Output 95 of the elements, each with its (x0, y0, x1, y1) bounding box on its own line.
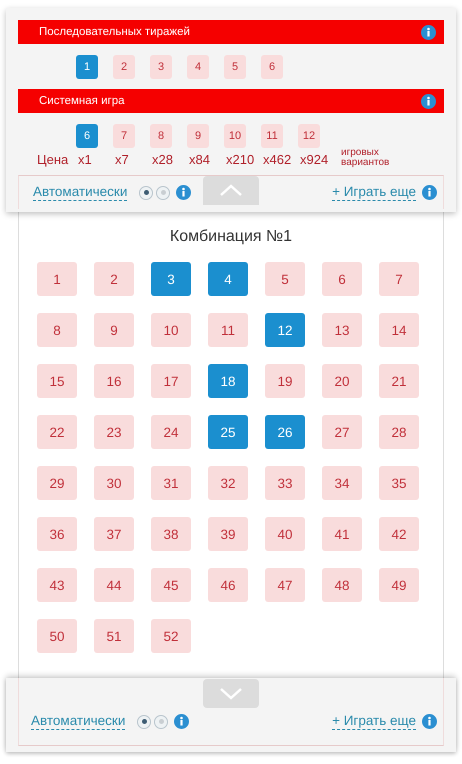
collapse-handle[interactable] (203, 176, 259, 205)
number-option[interactable]: 9 (187, 124, 209, 148)
radio-button[interactable] (139, 186, 154, 200)
number-option[interactable]: 9 (94, 313, 134, 347)
number-option[interactable]: 8 (150, 124, 172, 148)
number-option[interactable]: 7 (379, 262, 419, 296)
number-option[interactable]: 6 (76, 124, 98, 148)
number-option[interactable]: 51 (94, 619, 134, 653)
radio-button[interactable] (137, 714, 152, 728)
number-option[interactable]: 37 (94, 517, 134, 551)
number-option[interactable]: 4 (187, 55, 209, 79)
number-option[interactable]: 4 (208, 262, 248, 296)
number-option[interactable]: 48 (322, 568, 362, 602)
number-option[interactable]: 45 (151, 568, 191, 602)
number-option[interactable]: 16 (94, 364, 134, 398)
number-option[interactable]: 19 (265, 364, 305, 398)
number-option[interactable]: 1 (37, 262, 77, 296)
number-option[interactable]: 27 (322, 415, 362, 449)
number-option[interactable]: 22 (37, 415, 77, 449)
price-multiplier: x1 (77, 152, 93, 168)
number-option[interactable]: 12 (298, 124, 320, 148)
number-option[interactable]: 46 (208, 568, 248, 602)
number-option[interactable]: 8 (37, 313, 77, 347)
info-icon[interactable] (422, 714, 437, 729)
combination-title: Комбинация №1 (168, 227, 294, 247)
info-icon[interactable] (422, 185, 437, 200)
number-option[interactable]: 38 (151, 517, 191, 551)
number-option[interactable]: 2 (94, 262, 134, 296)
number-option[interactable]: 24 (151, 415, 191, 449)
number-option[interactable]: 42 (379, 517, 419, 551)
number-option[interactable]: 25 (208, 415, 248, 449)
number-option[interactable]: 10 (224, 124, 246, 148)
number-option[interactable]: 28 (379, 415, 419, 449)
number-option[interactable]: 7 (113, 124, 135, 148)
number-option[interactable]: 15 (37, 364, 77, 398)
number-option[interactable]: 14 (379, 313, 419, 347)
radio-button[interactable] (156, 186, 170, 200)
price-multiplier: x7 (114, 152, 130, 168)
number-option[interactable]: 34 (322, 466, 362, 500)
number-option[interactable]: 1 (76, 55, 98, 79)
price-multiplier: x84 (188, 152, 211, 168)
number-option[interactable]: 39 (208, 517, 248, 551)
section-title: Последовательных тиражей (39, 26, 190, 38)
number-option[interactable]: 44 (94, 568, 134, 602)
chevron-icon (219, 686, 243, 701)
variants-label: игровых вариантов (340, 148, 390, 168)
number-option[interactable]: 40 (265, 517, 305, 551)
play-more-link[interactable]: + Играть еще (332, 184, 416, 201)
price-multiplier: x462 (262, 152, 292, 168)
number-option[interactable]: 12 (265, 313, 305, 347)
radio-button[interactable] (154, 714, 168, 728)
price-label: Цена (37, 152, 70, 168)
number-option[interactable]: 5 (224, 55, 246, 79)
number-option[interactable]: 21 (379, 364, 419, 398)
section-title: Системная игра (39, 95, 124, 107)
number-option[interactable]: 47 (265, 568, 305, 602)
price-multiplier: x924 (299, 152, 330, 168)
number-option[interactable]: 10 (151, 313, 191, 347)
number-option[interactable]: 18 (208, 364, 248, 398)
number-option[interactable]: 30 (94, 466, 134, 500)
info-icon[interactable] (421, 94, 436, 108)
collapse-handle[interactable] (203, 679, 259, 708)
number-option[interactable]: 13 (322, 313, 362, 347)
number-option[interactable]: 6 (322, 262, 362, 296)
number-option[interactable]: 36 (37, 517, 77, 551)
number-option[interactable]: 23 (94, 415, 134, 449)
number-option[interactable]: 6 (261, 55, 283, 79)
number-option[interactable]: 3 (151, 262, 191, 296)
number-option[interactable]: 41 (322, 517, 362, 551)
price-multiplier: x28 (151, 152, 174, 168)
number-option[interactable]: 35 (379, 466, 419, 500)
price-multiplier: x210 (225, 152, 256, 168)
play-more-link[interactable]: + Играть еще (332, 713, 416, 730)
info-icon[interactable] (176, 185, 192, 200)
number-option[interactable]: 26 (265, 415, 305, 449)
chevron-icon (219, 183, 243, 198)
number-option[interactable]: 32 (208, 466, 248, 500)
number-option[interactable]: 43 (37, 568, 77, 602)
number-option[interactable]: 11 (261, 124, 283, 148)
number-option[interactable]: 33 (265, 466, 305, 500)
number-option[interactable]: 11 (208, 313, 248, 347)
number-option[interactable]: 20 (322, 364, 362, 398)
number-option[interactable]: 50 (37, 619, 77, 653)
number-option[interactable]: 2 (113, 55, 135, 79)
number-option[interactable]: 49 (379, 568, 419, 602)
number-option[interactable]: 3 (150, 55, 172, 79)
auto-link[interactable]: Автоматически (31, 713, 126, 730)
auto-link[interactable]: Автоматически (33, 184, 128, 201)
number-option[interactable]: 5 (265, 262, 305, 296)
number-option[interactable]: 29 (37, 466, 77, 500)
number-option[interactable]: 52 (151, 619, 191, 653)
number-option[interactable]: 31 (151, 466, 191, 500)
number-option[interactable]: 17 (151, 364, 191, 398)
info-icon[interactable] (174, 714, 190, 729)
info-icon[interactable] (421, 24, 436, 40)
